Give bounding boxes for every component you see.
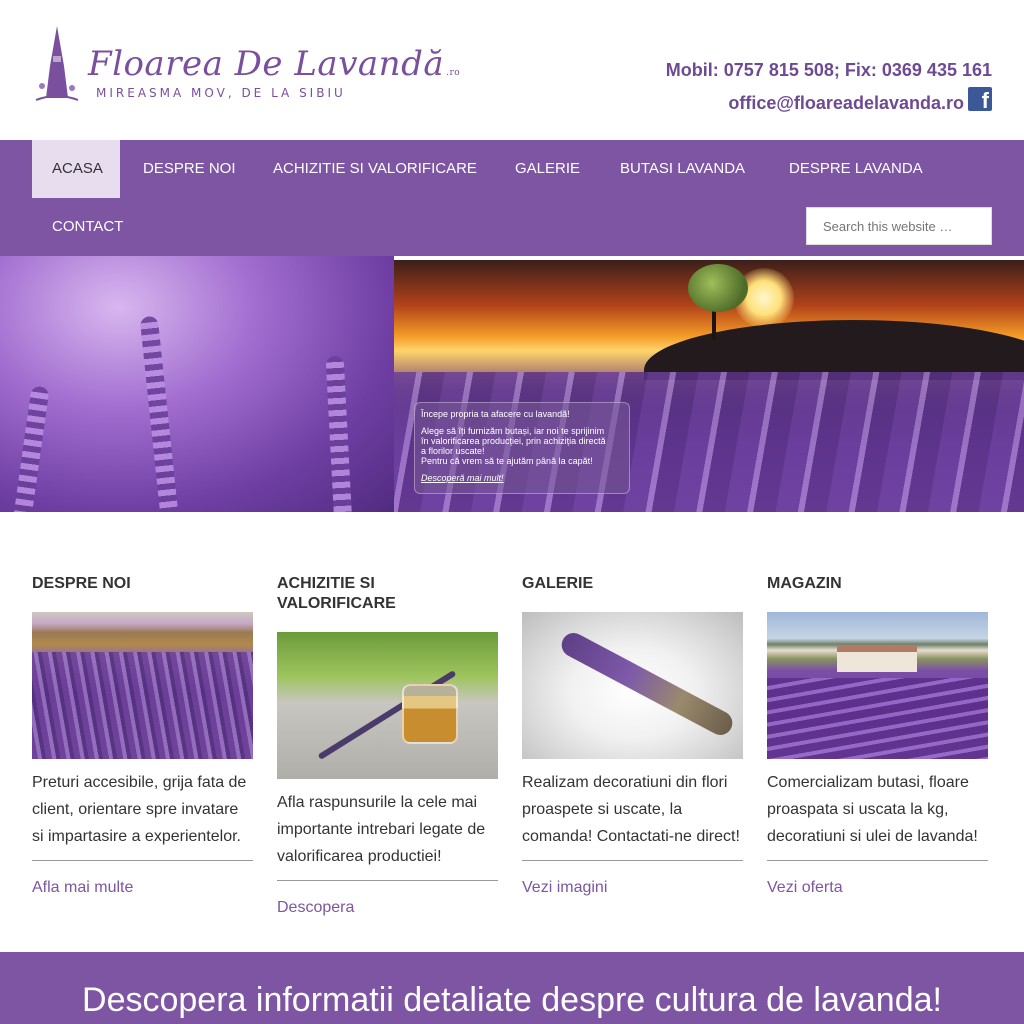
lavender-rows — [32, 652, 253, 759]
oil-jar — [402, 684, 458, 744]
lavender-stalk — [139, 315, 179, 512]
logo-tagline: MIREASMA MOV, DE LA SIBIU — [96, 86, 346, 100]
nav-item-contact[interactable]: CONTACT — [32, 198, 143, 256]
column-text: Realizam decoratiuni din flori proaspete… — [522, 769, 743, 861]
nav-item-despre-noi[interactable]: DESPRE NOI — [123, 140, 256, 198]
contact-email-link[interactable]: office@floareadelavanda.ro — [728, 93, 964, 114]
column-text: Afla raspunsurile la cele mai importante… — [277, 789, 498, 881]
nav-item-butasi[interactable]: BUTASI LAVANDA — [600, 140, 765, 198]
contact-phone: Mobil: 0757 815 508; Fix: 0369 435 161 — [665, 60, 992, 80]
column-link[interactable]: Afla mai multe — [32, 879, 253, 897]
hero-promo-line: Alege să îți furnizăm butași, iar noi te… — [421, 426, 605, 436]
lavender-stalk — [12, 385, 50, 512]
hero-promo-title: Începe propria ta afacere cu lavandă! — [421, 409, 570, 419]
lavender-stalk — [325, 355, 353, 512]
lavender-oil-jar-image[interactable] — [277, 632, 498, 779]
tree-canopy — [688, 264, 748, 312]
facebook-icon[interactable]: f — [968, 87, 992, 111]
feature-column-despre-noi: DESPRE NOI Preturi accesibile, grija fat… — [32, 574, 253, 897]
site-header: Floarea De Lavandă .ro MIREASMA MOV, DE L… — [0, 0, 1024, 140]
lavender-bundle — [557, 628, 737, 740]
hero-promo-line: Pentru că vrem să te ajutăm până la capă… — [421, 456, 593, 466]
lavender-rows — [767, 678, 988, 759]
column-title: GALERIE — [522, 575, 594, 592]
logo-title: Floarea De Lavandă .ro — [88, 44, 461, 84]
column-title: DESPRE NOI — [32, 575, 131, 592]
lavender-field-image[interactable] — [32, 612, 253, 759]
sunset-lavender-field-image: Începe propria ta afacere cu lavandă! Al… — [394, 260, 1024, 512]
feature-column-achizitie: ACHIZITIE SI VALORIFICARE Afla raspunsur… — [277, 574, 498, 917]
site-logo[interactable]: Floarea De Lavandă .ro MIREASMA MOV, DE L… — [32, 26, 460, 106]
column-link[interactable]: Vezi imagini — [522, 879, 743, 897]
nav-item-despre-lavanda[interactable]: DESPRE LAVANDA — [769, 140, 943, 198]
nav-item-achizitie[interactable]: ACHIZITIE SI VALORIFICARE — [253, 140, 497, 198]
column-text: Preturi accesibile, grija fata de client… — [32, 769, 253, 861]
column-link[interactable]: Vezi oferta — [767, 879, 988, 897]
feature-column-magazin: MAGAZIN Comercializam butasi, floare pro… — [767, 574, 988, 897]
hero-banner: Începe propria ta afacere cu lavandă! Al… — [0, 256, 1024, 512]
main-navigation: ACASA DESPRE NOI ACHIZITIE SI VALORIFICA… — [0, 140, 1024, 256]
hero-promo-line: a florilor uscate! — [421, 446, 485, 456]
column-text: Comercializam butasi, floare proaspata s… — [767, 769, 988, 861]
hero-promo-box: Începe propria ta afacere cu lavandă! Al… — [414, 402, 630, 494]
lavender-farm-image[interactable] — [767, 612, 988, 759]
bottom-banner[interactable]: Descopera informatii detaliate despre cu… — [0, 952, 1024, 1024]
column-link[interactable]: Descopera — [277, 899, 498, 917]
hero-promo-line: în valorificarea producției, prin achizi… — [421, 436, 606, 446]
feature-column-galerie: GALERIE Realizam decoratiuni din flori p… — [522, 574, 743, 897]
hill — [644, 320, 1024, 380]
hero-promo-link[interactable]: Descoperă mai mult! — [421, 473, 623, 483]
search-input[interactable] — [806, 207, 992, 245]
lavender-bundle-image[interactable] — [522, 612, 743, 759]
farmhouse — [837, 646, 917, 672]
column-title: ACHIZITIE SI VALORIFICARE — [277, 575, 396, 612]
nav-item-acasa[interactable]: ACASA — [32, 140, 120, 198]
lavender-closeup-image — [0, 256, 394, 512]
nav-item-galerie[interactable]: GALERIE — [495, 140, 600, 198]
column-title: MAGAZIN — [767, 575, 842, 592]
church-tower-icon — [35, 26, 79, 101]
